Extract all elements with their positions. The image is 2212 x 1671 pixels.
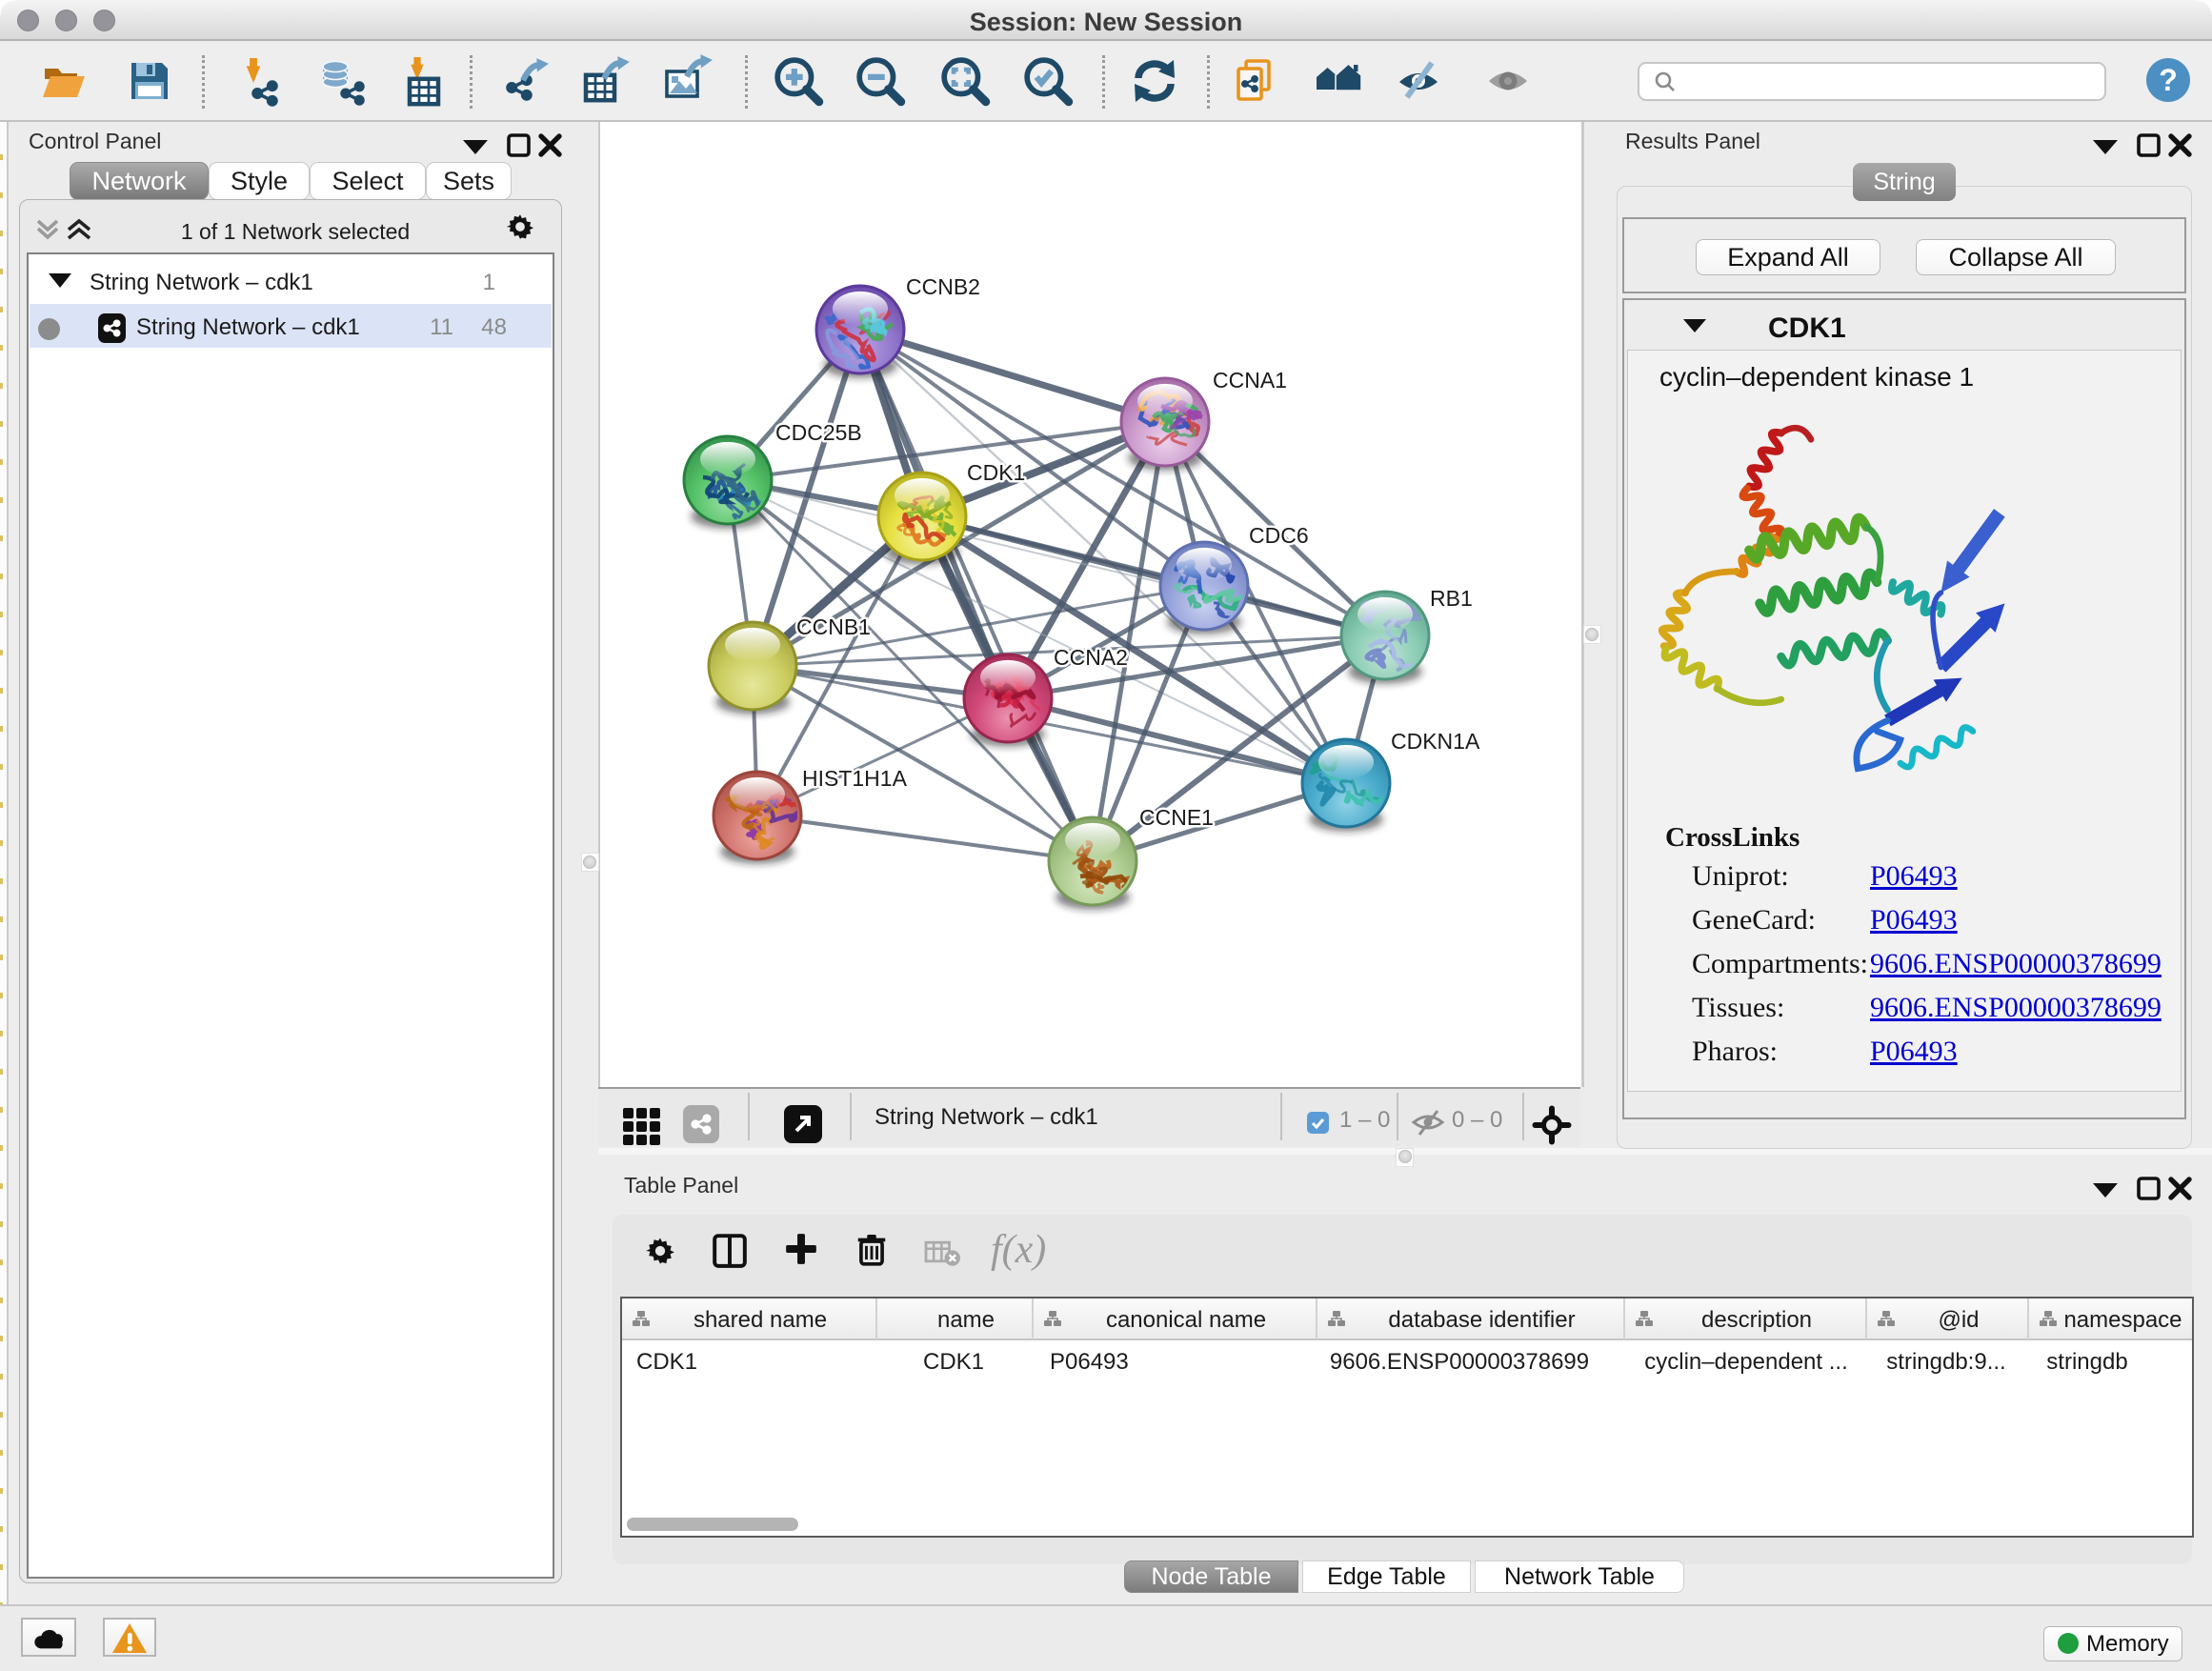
- svg-text:HIST1H1A: HIST1H1A: [802, 766, 908, 791]
- svg-text:CCNA1: CCNA1: [1213, 368, 1287, 393]
- svg-text:RB1: RB1: [1430, 586, 1473, 611]
- svg-text:CCNA2: CCNA2: [1054, 645, 1128, 670]
- svg-text:CCNE1: CCNE1: [1139, 805, 1214, 830]
- svg-text:CDKN1A: CDKN1A: [1391, 729, 1480, 754]
- svg-text:CCNB2: CCNB2: [906, 274, 980, 299]
- svg-text:CDK1: CDK1: [967, 460, 1025, 485]
- svg-text:CCNB1: CCNB1: [796, 614, 871, 639]
- svg-text:CDC25B: CDC25B: [775, 420, 862, 445]
- svg-text:CDC6: CDC6: [1249, 523, 1309, 548]
